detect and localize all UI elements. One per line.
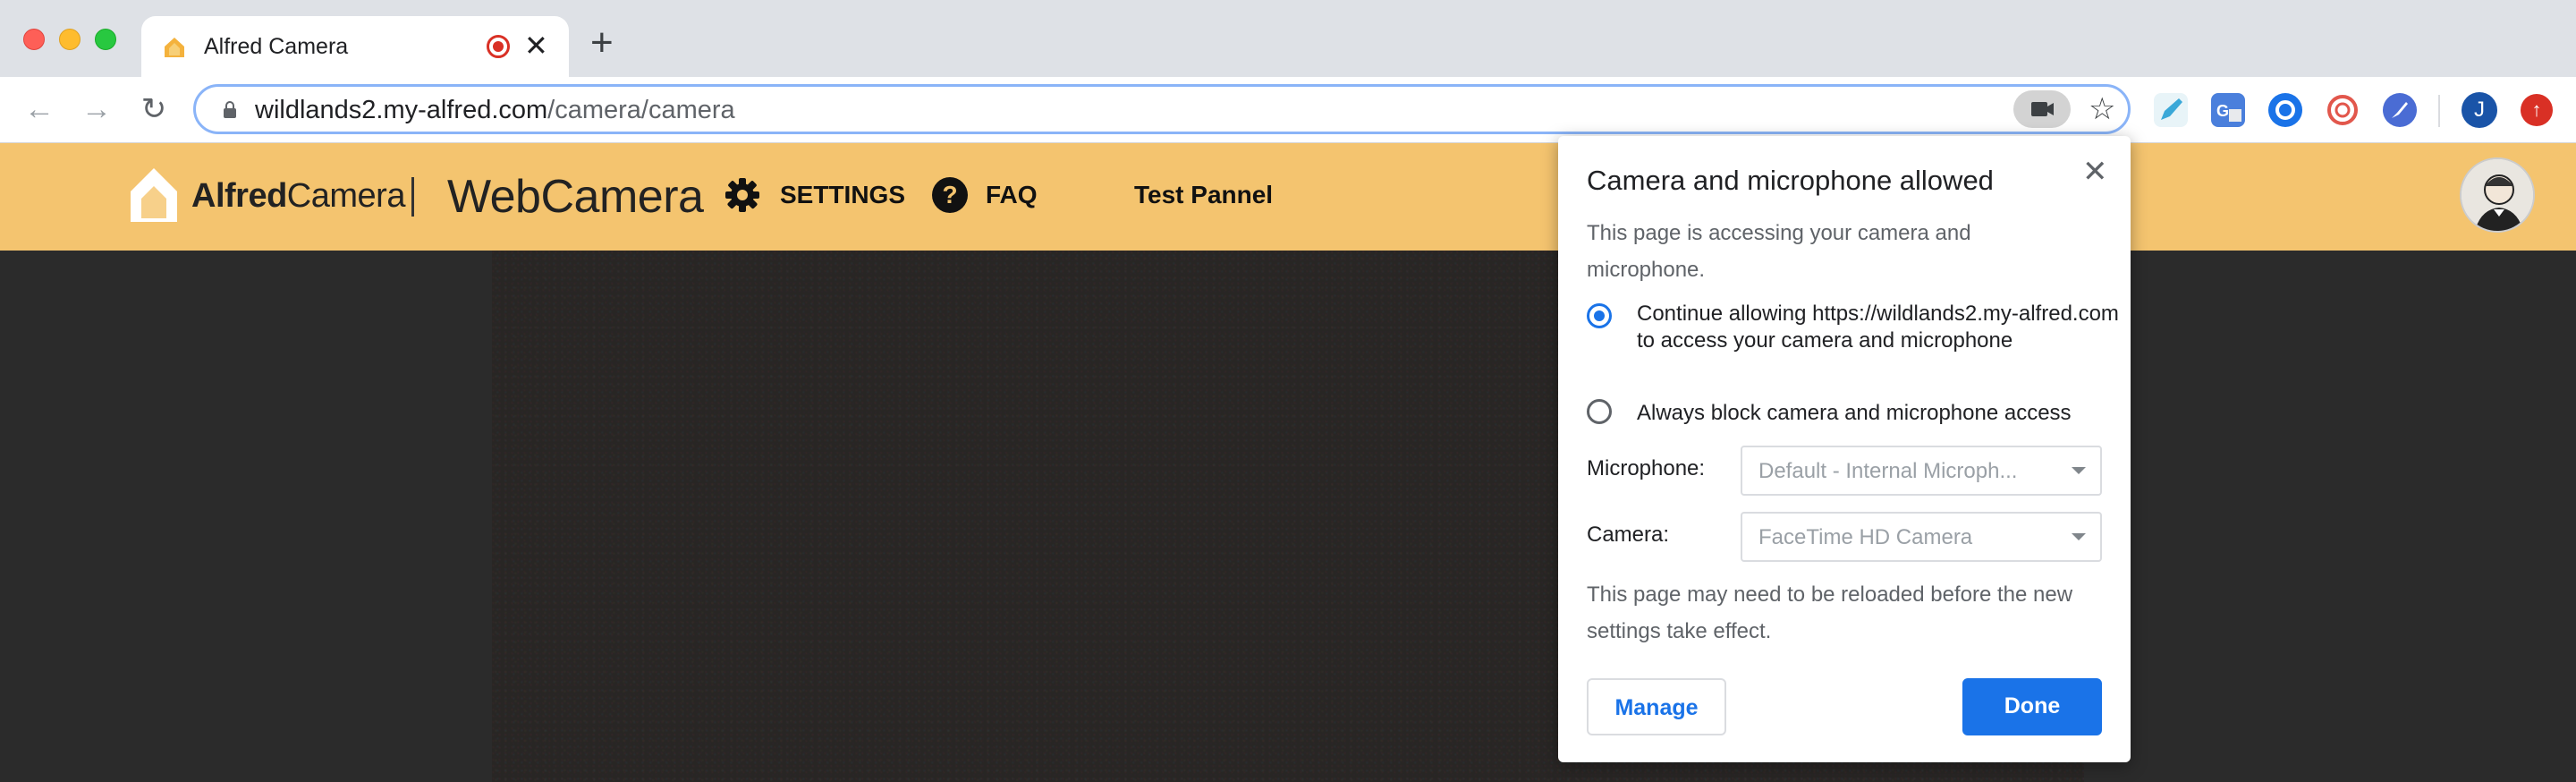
camera-stage bbox=[0, 251, 2576, 782]
url-text: wildlands2.my-alfred.com/camera/camera bbox=[255, 96, 735, 125]
alfred-house-icon bbox=[165, 38, 184, 57]
extension-swirl-icon[interactable] bbox=[2326, 93, 2360, 127]
window-zoom-button[interactable] bbox=[95, 29, 116, 50]
nav-settings[interactable]: SETTINGS bbox=[780, 181, 905, 209]
svg-text:G: G bbox=[2216, 102, 2229, 120]
camera-select[interactable]: FaceTime HD Camera bbox=[1741, 512, 2102, 562]
done-button[interactable]: Done bbox=[1962, 678, 2102, 735]
brand-name: AlfredCamera bbox=[191, 177, 405, 216]
bookmark-star-icon[interactable]: ☆ bbox=[2089, 90, 2115, 128]
svg-text:?: ? bbox=[942, 181, 957, 208]
camera-label: Camera: bbox=[1587, 523, 1670, 547]
tab-title: Alfred Camera bbox=[204, 34, 349, 59]
microphone-select-value: Default - Internal Microph... bbox=[1758, 459, 2018, 483]
back-arrow-icon[interactable]: ← bbox=[20, 89, 59, 129]
radio-always-block[interactable] bbox=[1587, 399, 1612, 424]
extension-pen-icon[interactable] bbox=[2154, 93, 2188, 127]
browser-toolbar: ← → ↻ wildlands2.my-alfred.com/camera/ca… bbox=[0, 77, 2576, 143]
new-tab-button[interactable]: + bbox=[590, 23, 614, 63]
brand-divider bbox=[411, 177, 414, 217]
extension-translate-icon[interactable]: G bbox=[2211, 93, 2245, 127]
url-path: /camera/camera bbox=[547, 96, 735, 124]
camera-in-use-icon[interactable] bbox=[2013, 90, 2071, 128]
dialog-title: Camera and microphone allowed bbox=[1587, 165, 1994, 196]
nav-faq[interactable]: FAQ bbox=[986, 181, 1038, 209]
lock-icon bbox=[224, 101, 236, 118]
gear-icon[interactable] bbox=[723, 175, 762, 215]
toolbar-divider bbox=[2438, 95, 2440, 127]
manage-button[interactable]: Manage bbox=[1587, 678, 1726, 735]
product-name: WebCamera bbox=[447, 171, 704, 223]
profile-avatar[interactable]: J bbox=[2462, 92, 2497, 128]
site-header: AlfredCamera WebCamera SETTINGS ? FAQ Te… bbox=[0, 143, 2576, 251]
microphone-select[interactable]: Default - Internal Microph... bbox=[1741, 446, 2102, 496]
extension-rocket-icon[interactable] bbox=[2383, 93, 2417, 127]
question-icon[interactable]: ? bbox=[930, 175, 970, 215]
dialog-description: This page is accessing your camera and m… bbox=[1587, 221, 1971, 282]
user-avatar[interactable] bbox=[2460, 157, 2535, 233]
tab-close-icon[interactable]: ✕ bbox=[524, 30, 548, 62]
url-host: wildlands2.my-alfred.com bbox=[255, 96, 548, 124]
nav-test-pannel[interactable]: Test Pannel bbox=[1134, 181, 1273, 209]
alfred-logo-icon bbox=[131, 168, 177, 222]
chevron-down-icon bbox=[2072, 533, 2086, 540]
reload-icon[interactable]: ↻ bbox=[134, 89, 174, 129]
close-icon[interactable]: ✕ bbox=[2082, 154, 2108, 190]
radio-continue-allowing[interactable] bbox=[1587, 303, 1612, 328]
address-bar[interactable]: wildlands2.my-alfred.com/camera/camera ☆ bbox=[193, 84, 2131, 134]
browser-tab-active[interactable]: Alfred Camera ✕ bbox=[141, 16, 569, 77]
tab-strip: Alfred Camera ✕ + bbox=[0, 0, 2576, 77]
extension-grammarly-icon[interactable] bbox=[2268, 93, 2302, 127]
camera-select-value: FaceTime HD Camera bbox=[1758, 525, 1973, 549]
microphone-label: Microphone: bbox=[1587, 456, 1706, 480]
brand-bold: Alfred bbox=[191, 177, 287, 215]
forward-arrow-icon[interactable]: → bbox=[77, 89, 116, 129]
radio-continue-allowing-label[interactable]: Continue allowing https://wildlands2.my-… bbox=[1637, 301, 2120, 354]
recording-indicator-icon bbox=[487, 35, 510, 58]
reload-note: This page may need to be reloaded before… bbox=[1587, 582, 2073, 643]
update-arrow-icon[interactable]: ↑ bbox=[2521, 94, 2553, 126]
window-close-button[interactable] bbox=[23, 29, 45, 50]
window-minimize-button[interactable] bbox=[59, 29, 80, 50]
brand-light: Camera bbox=[286, 177, 406, 215]
camera-permission-dialog: Camera and microphone allowed ✕ This pag… bbox=[1558, 136, 2131, 762]
chevron-down-icon bbox=[2072, 467, 2086, 474]
radio-always-block-label[interactable]: Always block camera and microphone acces… bbox=[1637, 400, 2120, 427]
